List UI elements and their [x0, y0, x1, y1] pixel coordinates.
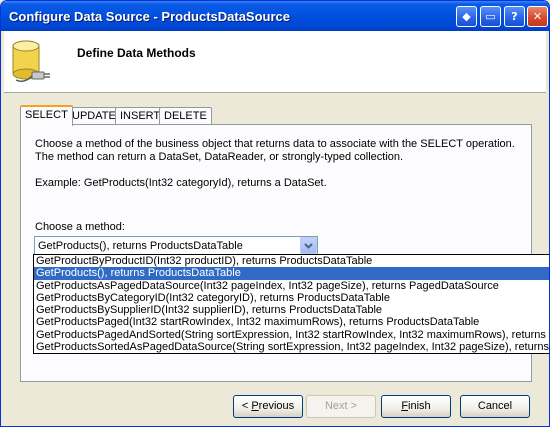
method-option[interactable]: GetProductsSortedAsPagedDataSource(Strin…	[34, 341, 549, 353]
minimize-icon[interactable]: ▭	[480, 6, 501, 27]
close-icon[interactable]: ✕	[527, 6, 548, 27]
choose-method-label: Choose a method:	[35, 221, 125, 233]
select-description: Choose a method of the business object t…	[35, 138, 515, 163]
method-dropdown-list[interactable]: GetProductByProductID(Int32 productID), …	[33, 254, 549, 354]
method-option[interactable]: GetProductByProductID(Int32 productID), …	[34, 255, 549, 267]
help-icon[interactable]: ?	[504, 6, 525, 27]
method-dropdown[interactable]: GetProducts(), returns ProductsDataTable	[34, 236, 318, 255]
page-title: Define Data Methods	[77, 46, 196, 60]
tab-update[interactable]: UPDATE	[67, 107, 121, 125]
method-option[interactable]: GetProductsByCategoryID(Int32 categoryID…	[34, 292, 549, 304]
configure-data-source-window: Configure Data Source - ProductsDataSour…	[0, 0, 550, 427]
tab-delete[interactable]: DELETE	[159, 107, 212, 125]
next-button[interactable]: Next >	[306, 395, 376, 418]
window-title: Configure Data Source - ProductsDataSour…	[9, 9, 290, 24]
finish-label: inish	[408, 400, 431, 412]
method-option[interactable]: GetProducts(), returns ProductsDataTable	[34, 267, 549, 280]
method-option[interactable]: GetProductsAsPagedDataSource(Int32 pageI…	[34, 280, 549, 292]
previous-label: revious	[258, 400, 295, 412]
tab-insert[interactable]: INSERT	[115, 107, 166, 125]
database-connector-icon	[12, 40, 50, 83]
method-option[interactable]: GetProductsPaged(Int32 startRowIndex, In…	[34, 316, 549, 328]
finish-button[interactable]: Finish	[381, 395, 451, 418]
method-option[interactable]: GetProductsPagedAndSorted(String sortExp…	[34, 329, 549, 341]
previous-button[interactable]: < Previous	[233, 395, 303, 418]
previous-accesskey: P	[251, 400, 259, 412]
chevron-down-icon[interactable]	[300, 237, 317, 254]
method-option[interactable]: GetProductsBySupplierID(Int32 supplierID…	[34, 304, 549, 316]
title-bar[interactable]: Configure Data Source - ProductsDataSour…	[1, 1, 549, 31]
select-example: Example: GetProducts(Int32 categoryId), …	[35, 177, 327, 189]
previous-prefix: <	[241, 400, 252, 412]
help-context-icon[interactable]: ◆	[456, 6, 477, 27]
tab-select[interactable]: SELECT	[20, 105, 73, 126]
cancel-button[interactable]: Cancel	[460, 395, 530, 418]
method-dropdown-value: GetProducts(), returns ProductsDataTable	[38, 240, 243, 252]
wizard-header: Define Data Methods	[4, 31, 546, 93]
